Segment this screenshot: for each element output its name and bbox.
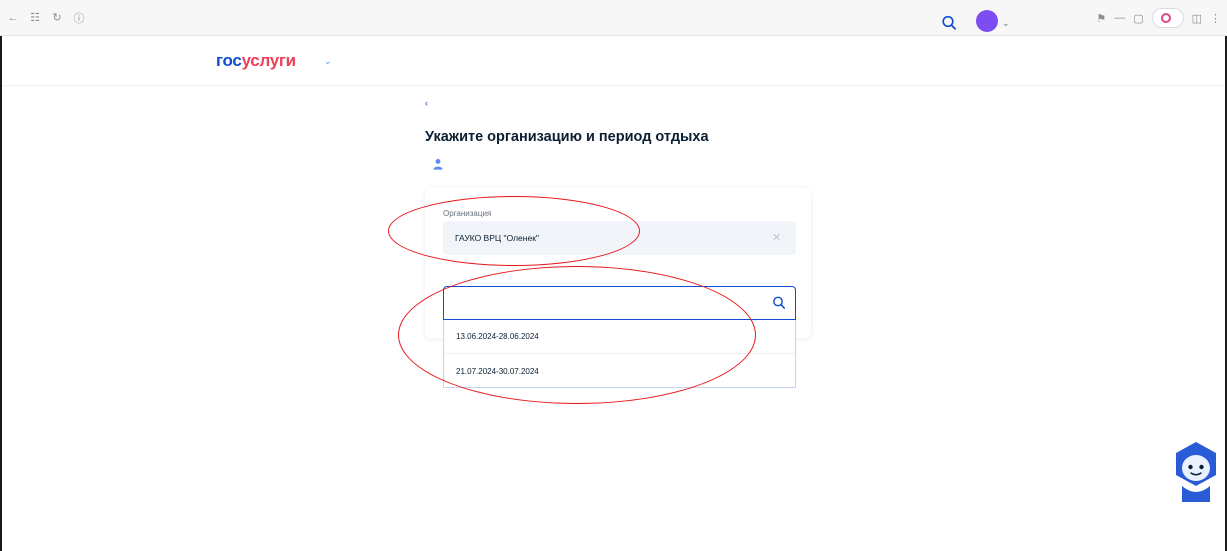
site-info-icon[interactable]: ⓘ [68, 7, 90, 29]
chevron-left-icon: ‹ [425, 98, 428, 108]
close-icon[interactable]: ✕ [772, 231, 781, 244]
back-link[interactable]: ‹ [425, 98, 431, 108]
chevron-down-icon: ⌄ [324, 56, 332, 66]
page-title: Укажите организацию и период отдыха [425, 129, 709, 145]
annotation-ellipse-period [398, 266, 756, 404]
reload-icon[interactable]: ↻ [46, 7, 68, 29]
bookmarks-icon[interactable]: ⚑ [1096, 12, 1106, 25]
browser-toolbar: ← ☷ ↻ ⓘ ⚑ — ▢ ◫ ⋮ [0, 0, 1227, 36]
avatar[interactable] [976, 10, 998, 32]
child-icon [433, 159, 443, 170]
annotation-ellipse-organization [388, 196, 640, 266]
alice-icon [1160, 13, 1171, 23]
chevron-down-icon[interactable]: ⌄ [1002, 18, 1010, 29]
minimize-icon[interactable]: — [1114, 12, 1125, 24]
child-info [432, 158, 450, 170]
arrow-left-icon[interactable]: ← [2, 7, 24, 29]
role-selector[interactable]: ⌄ [320, 56, 332, 67]
more-icon[interactable]: ⋮ [1210, 12, 1221, 25]
search-icon[interactable] [772, 295, 786, 311]
address-bar[interactable] [94, 9, 204, 27]
assistant-bot-icon[interactable] [1170, 438, 1222, 502]
window-icon[interactable]: ▢ [1133, 12, 1143, 25]
site-header: госуслуги ⌄ [0, 36, 1227, 86]
search-icon[interactable] [941, 14, 957, 32]
extensions-icon[interactable]: ◫ [1192, 12, 1202, 25]
frame-edge-left [0, 36, 2, 551]
ask-alice-button[interactable] [1151, 8, 1184, 28]
browser-tabs-icon[interactable]: ☷ [24, 7, 46, 29]
gosuslugi-logo[interactable]: госуслуги [216, 51, 296, 71]
browser-actions: ⚑ — ▢ ◫ ⋮ [1096, 8, 1221, 28]
